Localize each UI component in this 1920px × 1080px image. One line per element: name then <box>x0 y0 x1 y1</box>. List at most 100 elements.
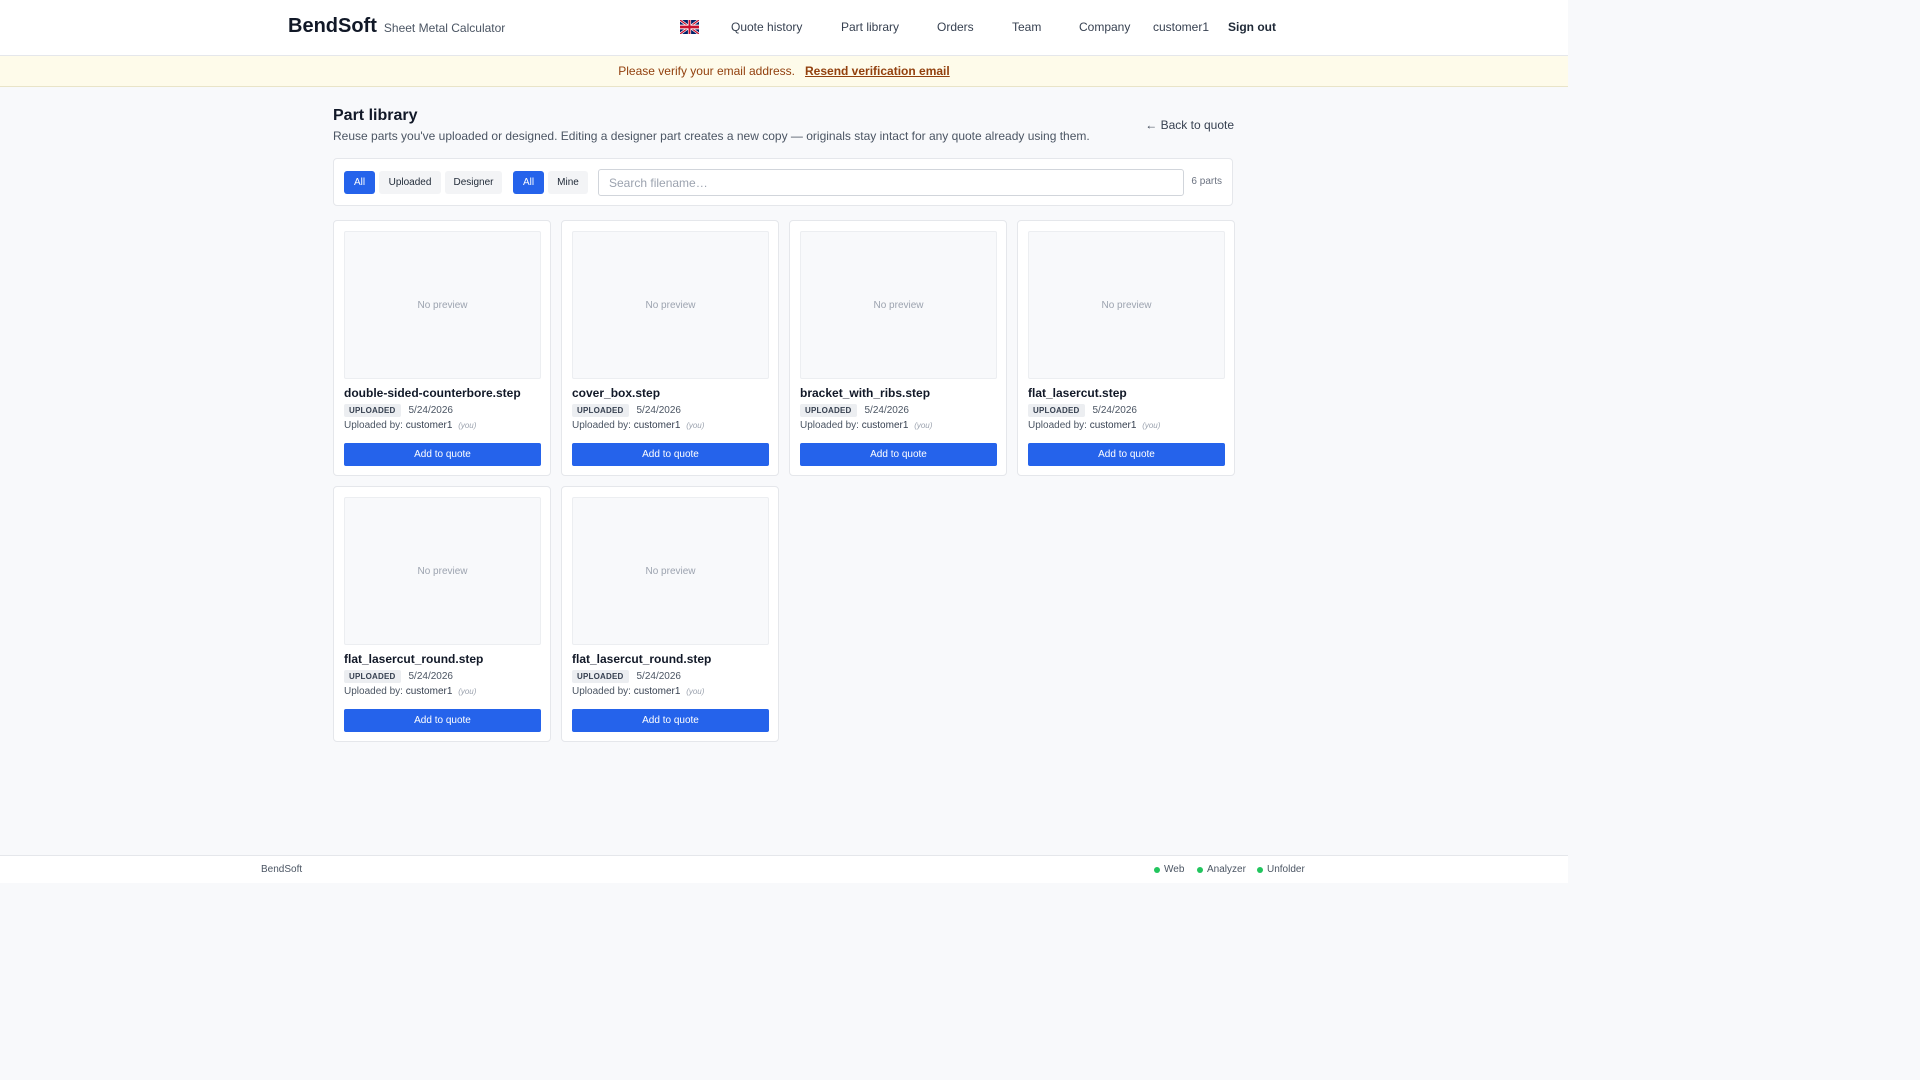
status-analyzer: Analyzer <box>1197 864 1246 875</box>
you-marker: (you) <box>686 687 705 696</box>
status-badge: UPLOADED <box>572 670 629 683</box>
status-label: Web <box>1164 864 1185 875</box>
uploaded-by-label: Uploaded by: <box>572 420 631 431</box>
you-marker: (you) <box>458 687 477 696</box>
add-to-quote-button[interactable]: Add to quote <box>1028 443 1225 466</box>
uploaded-by-label: Uploaded by: <box>1028 420 1087 431</box>
part-date: 5/24/2026 <box>864 405 910 416</box>
search-input[interactable] <box>598 169 1184 196</box>
part-filename: flat_lasercut.step <box>1028 386 1127 400</box>
part-date: 5/24/2026 <box>408 671 454 682</box>
uploader-name: customer1 <box>861 420 909 431</box>
part-meta: UPLOADED 5/24/2026 <box>344 670 453 683</box>
status-badge: UPLOADED <box>344 670 401 683</box>
part-card: No preview flat_lasercut_round.step UPLO… <box>561 486 779 742</box>
filter-owner-all[interactable]: All <box>513 171 544 194</box>
status-dot-icon <box>1257 866 1263 873</box>
you-marker: (you) <box>686 421 705 430</box>
part-date: 5/24/2026 <box>408 405 454 416</box>
status-web: Web <box>1154 864 1184 875</box>
part-meta: UPLOADED 5/24/2026 <box>1028 404 1137 417</box>
add-to-quote-button[interactable]: Add to quote <box>572 443 769 466</box>
uploader-name: customer1 <box>405 686 453 697</box>
filter-bar: All Uploaded Designer All Mine 6 parts <box>333 158 1233 206</box>
footer: BendSoft Web Analyzer Unfolder <box>0 855 1568 883</box>
part-meta: UPLOADED 5/24/2026 <box>800 404 909 417</box>
top-navigation-bar: BendSoft Sheet Metal Calculator Quote hi… <box>0 0 1568 56</box>
uploader-name: customer1 <box>633 420 681 431</box>
part-meta: UPLOADED 5/24/2026 <box>572 670 681 683</box>
add-to-quote-button[interactable]: Add to quote <box>800 443 997 466</box>
nav-company[interactable]: Company <box>1079 20 1130 34</box>
you-marker: (you) <box>914 421 933 430</box>
current-user[interactable]: customer1 <box>1153 20 1209 34</box>
nav-team[interactable]: Team <box>1012 20 1041 34</box>
part-uploader: Uploaded by: customer1 (you) <box>344 420 476 431</box>
uploaded-by-label: Uploaded by: <box>572 686 631 697</box>
status-dot-icon <box>1154 866 1160 873</box>
brand[interactable]: BendSoft Sheet Metal Calculator <box>288 15 505 38</box>
brand-subtitle: Sheet Metal Calculator <box>383 21 506 35</box>
filter-source-uploaded[interactable]: Uploaded <box>379 171 441 194</box>
uploaded-by-label: Uploaded by: <box>344 420 403 431</box>
uploader-name: customer1 <box>1089 420 1137 431</box>
status-badge: UPLOADED <box>800 404 857 417</box>
part-card: No preview flat_lasercut_round.step UPLO… <box>333 486 551 742</box>
part-card: No preview cover_box.step UPLOADED 5/24/… <box>561 220 779 476</box>
sign-out-button[interactable]: Sign out <box>1228 20 1276 34</box>
banner-message: Please verify your email address. <box>618 64 795 78</box>
status-badge: UPLOADED <box>572 404 629 417</box>
filter-source-all[interactable]: All <box>344 171 375 194</box>
page-title: Part library <box>333 107 418 124</box>
add-to-quote-button[interactable]: Add to quote <box>344 443 541 466</box>
part-preview: No preview <box>1028 231 1225 379</box>
add-to-quote-button[interactable]: Add to quote <box>572 709 769 732</box>
you-marker: (you) <box>458 421 477 430</box>
email-verification-banner: Please verify your email address. Resend… <box>0 56 1568 87</box>
nav-orders[interactable]: Orders <box>937 20 974 34</box>
part-uploader: Uploaded by: customer1 (you) <box>800 420 932 431</box>
filter-owner-mine[interactable]: Mine <box>548 171 588 194</box>
part-date: 5/24/2026 <box>636 671 682 682</box>
status-badge: UPLOADED <box>1028 404 1085 417</box>
page-subtitle: Reuse parts you've uploaded or designed.… <box>333 129 1090 143</box>
footer-brand: BendSoft <box>261 864 303 875</box>
part-filename: flat_lasercut_round.step <box>572 652 712 666</box>
uploader-name: customer1 <box>633 686 681 697</box>
nav-quote-history[interactable]: Quote history <box>731 20 802 34</box>
status-dot-icon <box>1197 866 1203 873</box>
part-uploader: Uploaded by: customer1 (you) <box>344 686 476 697</box>
status-badge: UPLOADED <box>344 404 401 417</box>
part-filename: flat_lasercut_round.step <box>344 652 484 666</box>
part-count: 6 parts <box>1191 176 1222 187</box>
nav-part-library[interactable]: Part library <box>841 20 899 34</box>
part-uploader: Uploaded by: customer1 (you) <box>1028 420 1160 431</box>
uk-flag-icon[interactable] <box>680 20 699 34</box>
resend-verification-link[interactable]: Resend verification email <box>805 64 950 78</box>
brand-name[interactable]: BendSoft <box>288 15 377 38</box>
part-date: 5/24/2026 <box>1092 405 1138 416</box>
status-unfolder: Unfolder <box>1257 864 1305 875</box>
you-marker: (you) <box>1142 421 1161 430</box>
part-preview: No preview <box>800 231 997 379</box>
status-label: Analyzer <box>1207 864 1246 875</box>
part-card: No preview flat_lasercut.step UPLOADED 5… <box>1017 220 1235 476</box>
status-label: Unfolder <box>1267 864 1305 875</box>
part-filename: cover_box.step <box>572 386 661 400</box>
back-to-quote-link[interactable]: ← Back to quote <box>1145 118 1234 132</box>
part-card: No preview bracket_with_ribs.step UPLOAD… <box>789 220 1007 476</box>
part-filename: bracket_with_ribs.step <box>800 386 931 400</box>
part-preview: No preview <box>572 497 769 645</box>
part-preview: No preview <box>344 231 541 379</box>
part-uploader: Uploaded by: customer1 (you) <box>572 686 704 697</box>
uploaded-by-label: Uploaded by: <box>344 686 403 697</box>
part-card: No preview double-sided-counterbore.step… <box>333 220 551 476</box>
part-preview: No preview <box>344 497 541 645</box>
uploader-name: customer1 <box>405 420 453 431</box>
filter-source-designer[interactable]: Designer <box>445 171 502 194</box>
add-to-quote-button[interactable]: Add to quote <box>344 709 541 732</box>
part-uploader: Uploaded by: customer1 (you) <box>572 420 704 431</box>
part-meta: UPLOADED 5/24/2026 <box>572 404 681 417</box>
part-meta: UPLOADED 5/24/2026 <box>344 404 453 417</box>
part-preview: No preview <box>572 231 769 379</box>
